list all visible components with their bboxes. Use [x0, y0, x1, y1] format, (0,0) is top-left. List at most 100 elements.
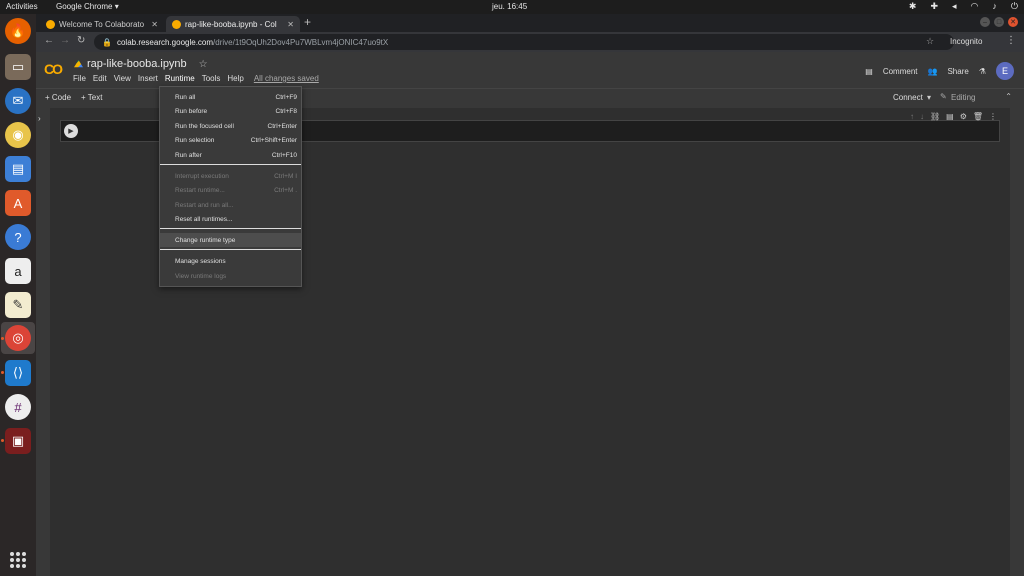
files-icon[interactable]: ▭ [5, 54, 31, 80]
show-applications-icon[interactable] [10, 552, 26, 568]
browser-tab-active[interactable]: rap-like-booba.ipynb - Col ✕ [166, 16, 300, 32]
incognito-badge[interactable]: Incognito [950, 37, 982, 46]
close-tab-icon[interactable]: ✕ [151, 20, 158, 29]
menu-item-shortcut: Ctrl+Shift+Enter [250, 136, 297, 144]
runtime-menu-item[interactable]: Run after Ctrl+F10 [160, 148, 301, 162]
collapse-header-icon[interactable]: ⌃ [1005, 92, 1012, 101]
wifi-icon[interactable]: ◠ [971, 1, 979, 12]
browser-menu-icon[interactable]: ⋮ [1006, 35, 1016, 46]
runtime-menu-item[interactable]: Run before Ctrl+F8 [160, 104, 301, 118]
expand-sidebar-icon[interactable]: › [38, 114, 41, 123]
forward-icon[interactable]: → [60, 35, 70, 46]
software-center-icon[interactable]: A [5, 190, 31, 216]
back-icon[interactable]: ← [44, 35, 54, 46]
share-button[interactable]: Share [947, 67, 968, 76]
slack-tray-icon[interactable]: ✚ [930, 1, 938, 12]
delete-icon[interactable]: 🗑 [973, 112, 983, 121]
help-icon[interactable]: ? [5, 224, 31, 250]
close-tab-icon[interactable]: ✕ [287, 20, 294, 29]
run-cell-icon[interactable]: ▶ [64, 124, 78, 138]
menu-item-label: Restart and run all... [175, 201, 234, 209]
notebook-title[interactable]: rap-like-booba.ipynb [87, 58, 187, 70]
cell-toolbar: ↑ ↓ ⛓ ▤ ⚙ 🗑 ⋮ [910, 112, 997, 121]
runtime-menu-dropdown: Run all Ctrl+F9 Run before Ctrl+F8 Run the f… [159, 86, 302, 287]
runtime-menu-item[interactable]: Reset all runtimes... [160, 212, 301, 226]
runtime-menu-item[interactable]: Run selection Ctrl+Shift+Enter [160, 133, 301, 147]
add-code-button[interactable]: + Code [45, 93, 71, 102]
menu-file[interactable]: File [73, 74, 86, 83]
bluetooth-icon[interactable]: ✱ [909, 1, 917, 12]
maximize-icon[interactable]: □ [994, 17, 1004, 27]
activities-button[interactable]: Activities [6, 2, 38, 11]
app-menu[interactable]: Google Chrome ▾ [56, 2, 119, 11]
more-icon[interactable]: ⋮ [989, 112, 997, 121]
colab-favicon-icon [172, 19, 181, 29]
text-editor-icon[interactable]: ✎ [5, 292, 31, 318]
tab-title: Welcome To Colaborato [59, 19, 145, 29]
thunderbird-icon[interactable]: ✉ [5, 88, 31, 114]
address-bar[interactable]: 🔒 colab.research.google.com/drive/1t9OqU… [94, 34, 954, 50]
menu-item-label: Change runtime type [175, 236, 236, 244]
running-indicator [1, 337, 4, 340]
menu-edit[interactable]: Edit [93, 74, 107, 83]
header-actions: ▤ Comment 👥 Share ⚗ E [865, 62, 1014, 80]
amazon-icon[interactable]: a [5, 258, 31, 284]
lab-icon[interactable]: ⚗ [979, 67, 986, 76]
add-text-button[interactable]: + Text [81, 93, 102, 102]
menu-item-shortcut: Ctrl+M I [274, 172, 297, 180]
share-icon[interactable]: 👥 [928, 67, 938, 76]
colab-favicon-icon [46, 19, 55, 29]
volume-icon[interactable]: ◂ [952, 1, 957, 12]
runtime-menu-item[interactable]: Change runtime type [160, 233, 301, 247]
reload-icon[interactable]: ↻ [77, 35, 85, 46]
runtime-menu-item: View runtime logs [160, 269, 301, 283]
runtime-menu-item: Interrupt execution Ctrl+M I [160, 169, 301, 183]
runtime-menu-item[interactable]: Run the focused cell Ctrl+Enter [160, 119, 301, 133]
vscode-icon[interactable]: ⟨⟩ [5, 360, 31, 386]
gear-icon[interactable]: ⚙ [960, 112, 967, 121]
move-down-icon[interactable]: ↓ [920, 112, 924, 121]
rhythmbox-icon[interactable]: ◉ [5, 122, 31, 148]
editing-mode-button[interactable]: Editing [951, 93, 975, 102]
connect-button[interactable]: Connect [893, 93, 923, 102]
terminal-icon[interactable]: ▣ [5, 428, 31, 454]
save-status-link[interactable]: All changes saved [254, 74, 319, 83]
minimize-icon[interactable]: – [980, 17, 990, 27]
slack-icon[interactable]: # [5, 394, 31, 420]
star-notebook-icon[interactable]: ☆ [199, 59, 208, 70]
comment-cell-icon[interactable]: ▤ [946, 112, 954, 121]
comment-icon[interactable]: ▤ [865, 67, 873, 76]
comment-button[interactable]: Comment [883, 67, 918, 76]
runtime-menu-item[interactable]: Run all Ctrl+F9 [160, 90, 301, 104]
system-tray[interactable]: ✱ ✚ ◂ ◠ ♪ ⏻ [909, 1, 1018, 12]
colab-logo[interactable]: CO [44, 61, 63, 77]
libreoffice-writer-icon[interactable]: ▤ [5, 156, 31, 182]
browser-tab[interactable]: Welcome To Colaborato ✕ [40, 16, 164, 32]
menu-help[interactable]: Help [227, 74, 243, 83]
link-icon[interactable]: ⛓ [930, 112, 940, 121]
menu-divider [160, 164, 301, 165]
new-tab-icon[interactable]: + [304, 15, 311, 29]
move-up-icon[interactable]: ↑ [910, 112, 914, 121]
system-clock[interactable]: jeu. 16:45 [492, 2, 527, 11]
menu-item-label: Run before [175, 107, 208, 115]
chrome-icon[interactable]: ◎ [5, 325, 31, 351]
notebook-title-row: rap-like-booba.ipynb ☆ [74, 58, 208, 70]
menu-item-label: Manage sessions [175, 257, 226, 265]
menu-tools[interactable]: Tools [202, 74, 221, 83]
firefox-icon[interactable]: 🔥 [5, 18, 31, 44]
runtime-menu-item[interactable]: Manage sessions [160, 254, 301, 268]
close-window-icon[interactable]: ✕ [1008, 17, 1018, 27]
browser-tab-strip: Welcome To Colaborato ✕ rap-like-booba.i… [36, 14, 1024, 32]
tab-title: rap-like-booba.ipynb - Col [185, 19, 277, 29]
running-indicator [1, 439, 4, 442]
menu-runtime[interactable]: Runtime [165, 74, 195, 83]
menu-item-label: Run the focused cell [175, 122, 234, 130]
sound-icon[interactable]: ♪ [992, 1, 997, 12]
chevron-down-icon[interactable]: ▾ [927, 93, 931, 102]
power-icon[interactable]: ⏻ [1011, 1, 1018, 12]
menu-view[interactable]: View [114, 74, 131, 83]
menu-insert[interactable]: Insert [138, 74, 158, 83]
bookmark-star-icon[interactable]: ☆ [926, 36, 934, 47]
avatar[interactable]: E [996, 62, 1014, 80]
